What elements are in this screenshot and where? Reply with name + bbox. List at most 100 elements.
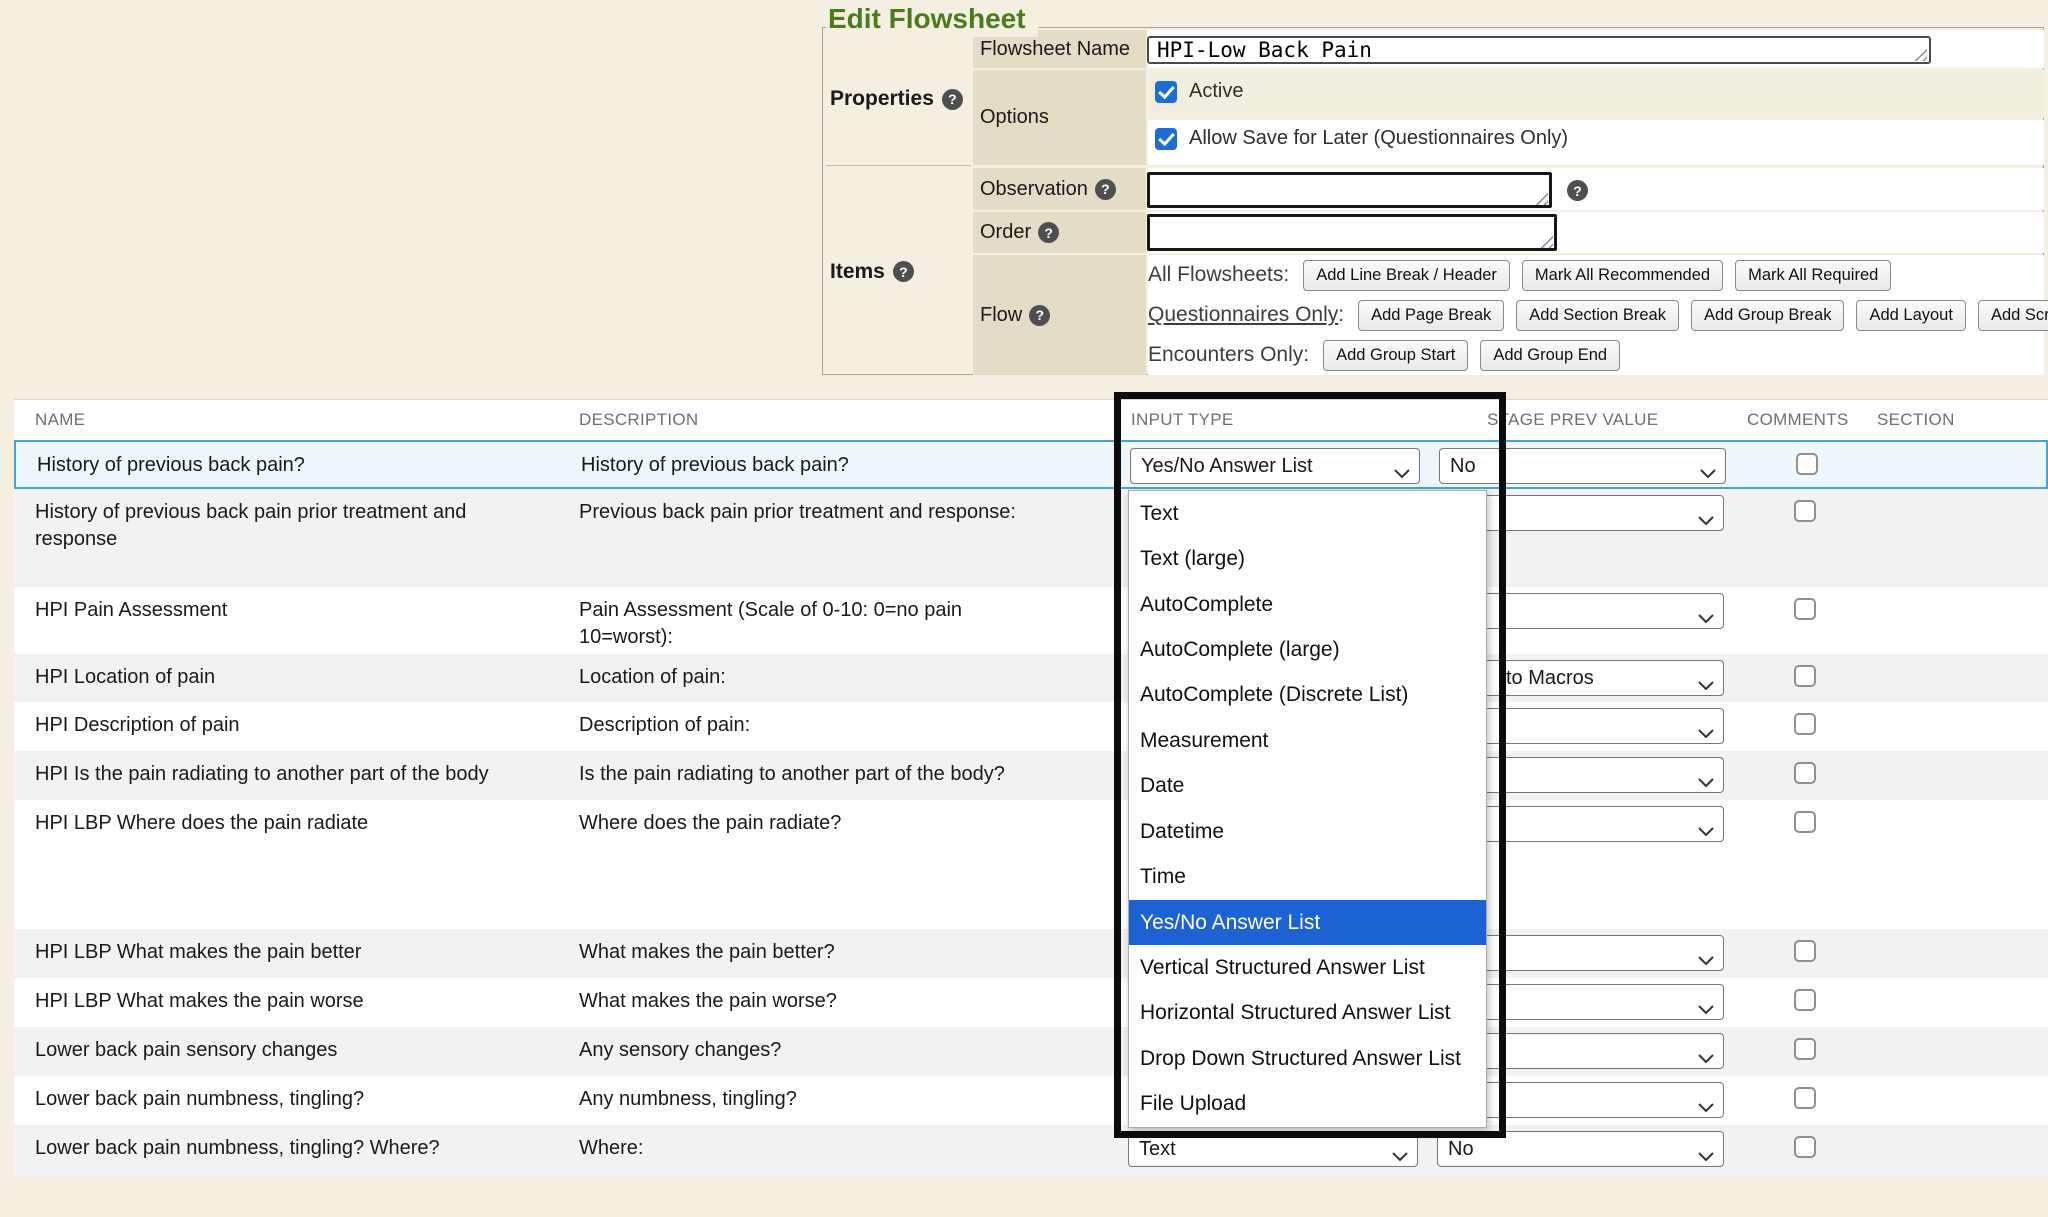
row-name: History of previous back pain? [37, 452, 542, 479]
help-icon[interactable]: ? [893, 261, 914, 282]
comments-checkbox[interactable] [1794, 1038, 1816, 1060]
observation-textarea[interactable] [1147, 172, 1552, 208]
row-name: HPI LBP What makes the pain better [35, 939, 540, 966]
row-name: HPI LBP What makes the pain worse [35, 988, 540, 1015]
add-group-break-button[interactable]: Add Group Break [1691, 300, 1845, 331]
add-group-end-button[interactable]: Add Group End [1480, 340, 1620, 371]
dropdown-option[interactable]: AutoComplete [1129, 582, 1486, 627]
dropdown-option[interactable]: Datetime [1129, 809, 1486, 854]
mark-all-required-button[interactable]: Mark All Required [1735, 260, 1891, 291]
dropdown-option[interactable]: File Upload [1129, 1081, 1486, 1126]
add-line-break-header-button[interactable]: Add Line Break / Header [1303, 260, 1510, 291]
table-row[interactable]: HPI Pain AssessmentPain Assessment (Scal… [14, 587, 2048, 654]
select-value: Text [1139, 1138, 1176, 1161]
row-description: Previous back pain prior treatment and r… [579, 499, 1084, 526]
table-row[interactable]: HPI LBP What makes the pain better What m… [14, 929, 2048, 978]
input-type-select[interactable]: Yes/No Answer List [1130, 448, 1420, 484]
items-section-label: Items ? [826, 168, 971, 375]
dropdown-option[interactable]: Measurement [1129, 718, 1486, 763]
questionnaires-only-label[interactable]: Questionnaires Only: [1148, 303, 1344, 327]
flowsheet-items-table: History of previous back pain? History of… [14, 440, 2048, 1177]
row-description: What makes the pain better? [579, 939, 1084, 966]
comments-checkbox[interactable] [1794, 665, 1816, 687]
select-value: No [1448, 1138, 1474, 1161]
option-row: Allow Save for Later (Questionnaires Onl… [1155, 127, 1568, 150]
chevron-down-icon [1698, 1047, 1714, 1070]
properties-section-label: Properties ? [826, 33, 971, 165]
order-label: Order ? [973, 212, 1146, 253]
dropdown-option[interactable]: Time [1129, 854, 1486, 899]
select-value: No [1450, 455, 1476, 478]
table-row[interactable]: HPI LBP Where does the pain radiate Where… [14, 800, 2048, 929]
table-row[interactable]: History of previous back pain prior trea… [14, 489, 2048, 587]
comments-checkbox[interactable] [1794, 1087, 1816, 1109]
add-group-start-button[interactable]: Add Group Start [1323, 340, 1468, 371]
comments-checkbox[interactable] [1794, 762, 1816, 784]
checkbox-label: Allow Save for Later (Questionnaires Onl… [1189, 127, 1568, 150]
table-row[interactable]: Lower back pain numbness, tingling? Wher… [14, 1125, 2048, 1177]
flow-label: Flow ? [973, 255, 1146, 375]
comments-checkbox[interactable] [1794, 811, 1816, 833]
help-icon[interactable]: ? [942, 89, 963, 110]
chevron-down-icon [1698, 1096, 1714, 1119]
row-name: HPI Is the pain radiating to another par… [35, 761, 540, 788]
flowsheet-name-input[interactable] [1147, 36, 1931, 64]
dropdown-option[interactable]: Date [1129, 764, 1486, 809]
table-row[interactable]: Lower back pain numbness, tingling? Any n… [14, 1076, 2048, 1125]
comments-checkbox[interactable] [1794, 500, 1816, 522]
dropdown-option[interactable]: Drop Down Structured Answer List [1129, 1036, 1486, 1081]
all-flowsheets-label: All Flowsheets: [1148, 263, 1289, 287]
row-description: History of previous back pain? [581, 452, 1086, 479]
dropdown-option[interactable]: Horizontal Structured Answer List [1129, 991, 1486, 1036]
row-name: Lower back pain numbness, tingling? Wher… [35, 1135, 540, 1162]
comments-checkbox[interactable] [1794, 940, 1816, 962]
comments-checkbox[interactable] [1794, 713, 1816, 735]
add-layout-button[interactable]: Add Layout [1856, 300, 1965, 331]
order-textarea[interactable] [1147, 214, 1557, 251]
table-row[interactable]: HPI Is the pain radiating to another par… [14, 751, 2048, 800]
help-icon[interactable]: ? [1095, 179, 1116, 200]
table-row[interactable]: HPI LBP What makes the pain worse What ma… [14, 978, 2048, 1027]
row-description: Where does the pain radiate? [579, 810, 1084, 837]
dropdown-option[interactable]: AutoComplete (large) [1129, 627, 1486, 672]
row-name: Lower back pain numbness, tingling? [35, 1086, 540, 1113]
allow-save-for-later-questionnaires-only-checkbox[interactable] [1155, 128, 1177, 150]
comments-checkbox[interactable] [1796, 453, 1818, 475]
dropdown-option[interactable]: Vertical Structured Answer List [1129, 945, 1486, 990]
row-description: Location of pain: [579, 664, 1084, 691]
dropdown-option[interactable]: Text [1129, 491, 1486, 536]
input-type-select[interactable]: Text [1128, 1131, 1418, 1167]
stage-prev-value-select[interactable]: No [1439, 448, 1726, 484]
dropdown-option[interactable]: Yes/No Answer List [1129, 900, 1486, 945]
flow-line: Encounters Only:Add Group StartAdd Group… [1148, 340, 2044, 371]
table-row[interactable]: HPI Description of painDescription of pa… [14, 702, 2048, 751]
row-name: HPI LBP Where does the pain radiate [35, 810, 540, 837]
table-row[interactable]: HPI Location of painLocation of pain:to … [14, 654, 2048, 702]
help-icon[interactable]: ? [1029, 305, 1050, 326]
table-row[interactable]: History of previous back pain? History of… [14, 440, 2048, 489]
comments-checkbox[interactable] [1794, 989, 1816, 1011]
chevron-down-icon [1698, 1145, 1714, 1168]
row-name: Lower back pain sensory changes [35, 1037, 540, 1064]
active-checkbox[interactable] [1155, 81, 1177, 103]
stage-prev-value-select[interactable]: No [1437, 1131, 1724, 1167]
row-name: HPI Pain Assessment [35, 597, 540, 624]
table-row[interactable]: Lower back pain sensory changesAny senso… [14, 1027, 2048, 1076]
row-description: What makes the pain worse? [579, 988, 1084, 1015]
flow-line: All Flowsheets: Add Line Break / Header Ma… [1148, 260, 2044, 291]
comments-checkbox[interactable] [1794, 598, 1816, 620]
add-section-break-button[interactable]: Add Section Break [1516, 300, 1679, 331]
add-page-break-button[interactable]: Add Page Break [1358, 300, 1504, 331]
help-icon[interactable]: ? [1038, 222, 1059, 243]
help-icon[interactable]: ? [1567, 180, 1588, 201]
add-scriptlet-button[interactable]: Add Scriptlet [1978, 300, 2048, 331]
mark-all-recommended-button[interactable]: Mark All Recommended [1522, 260, 1723, 291]
column-header-stage-prev-value: STAGE PREV VALUE [1487, 400, 1658, 440]
dropdown-option[interactable]: AutoComplete (Discrete List) [1129, 673, 1486, 718]
row-description: Any numbness, tingling? [579, 1086, 1084, 1113]
comments-checkbox[interactable] [1794, 1136, 1816, 1158]
column-header-comments: COMMENTS [1747, 400, 1849, 440]
row-description: Description of pain: [579, 712, 1084, 739]
chevron-down-icon [1392, 1145, 1408, 1168]
dropdown-option[interactable]: Text (large) [1129, 536, 1486, 581]
